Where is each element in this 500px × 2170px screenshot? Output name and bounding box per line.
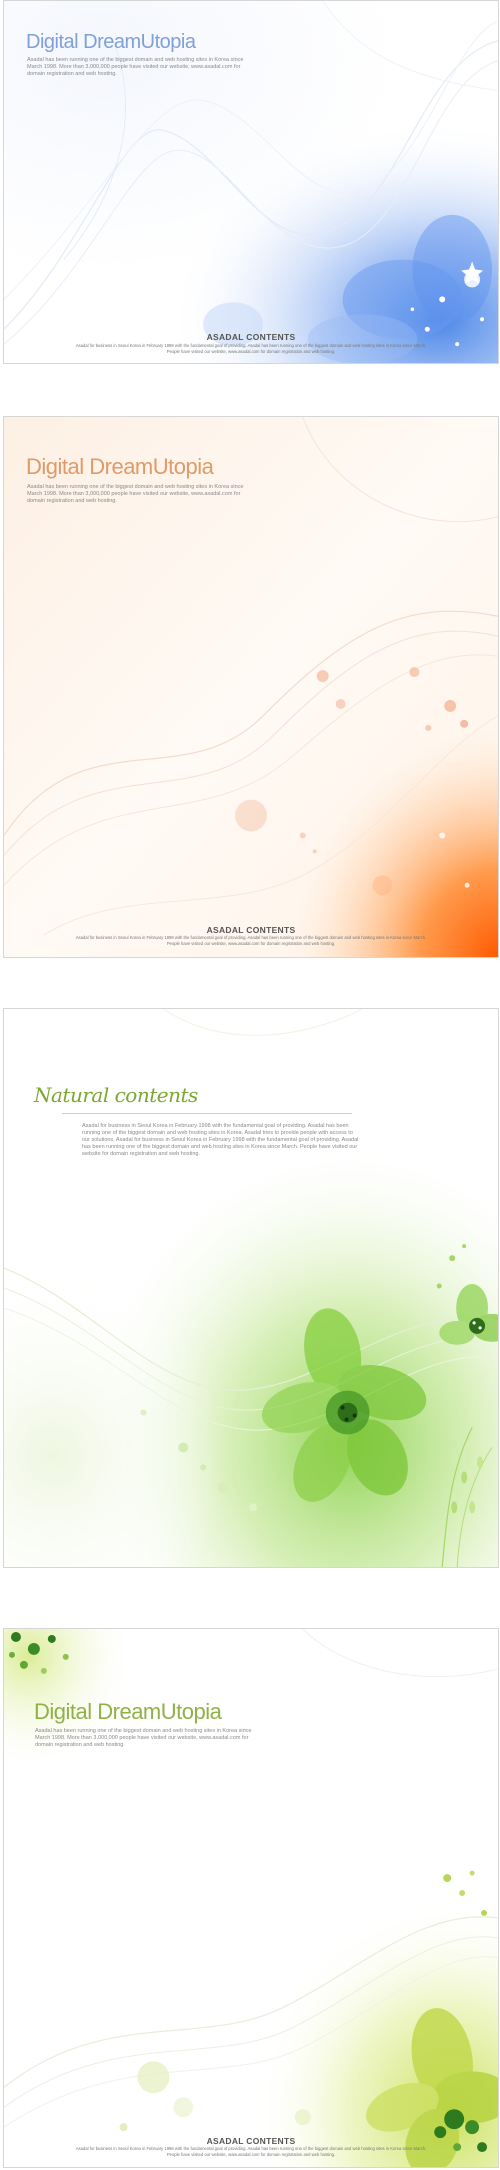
footer-title: ASADAL CONTENTS <box>206 2136 296 2146</box>
footer-text: Asadal for business in Seoul Korea in Fe… <box>75 2146 427 2157</box>
footer-text: Asadal for business in Seoul Korea in Fe… <box>75 343 427 354</box>
footer-title: ASADAL CONTENTS <box>206 332 296 342</box>
card-title: Digital DreamUtopia <box>26 31 196 53</box>
footer-text: Asadal for business in Seoul Korea in Fe… <box>75 935 427 946</box>
card-title: Natural contents <box>34 1083 198 1107</box>
card-title: Digital DreamUtopia <box>34 1699 222 1724</box>
card-green: Natural contents Asadal for business in … <box>3 1008 499 1568</box>
card-body-text: Asadal for business in Seoul Korea in Fe… <box>82 1123 359 1157</box>
card-title: Digital DreamUtopia <box>26 454 214 479</box>
card-blue: Digital DreamUtopia Asadal has been runn… <box>3 0 499 364</box>
card-body-text: Asadal has been running one of the bigge… <box>27 57 244 77</box>
card-body-text: Asadal has been running one of the bigge… <box>35 1728 252 1748</box>
blue-flower-background <box>4 1 498 363</box>
footer-title: ASADAL CONTENTS <box>206 925 296 935</box>
card-lime: Digital DreamUtopia Asadal has been runn… <box>3 1628 499 2168</box>
title-underline <box>62 1113 352 1114</box>
card-body-text: Asadal has been running one of the bigge… <box>27 484 244 504</box>
card-orange: Digital DreamUtopia Asadal has been runn… <box>3 416 499 958</box>
